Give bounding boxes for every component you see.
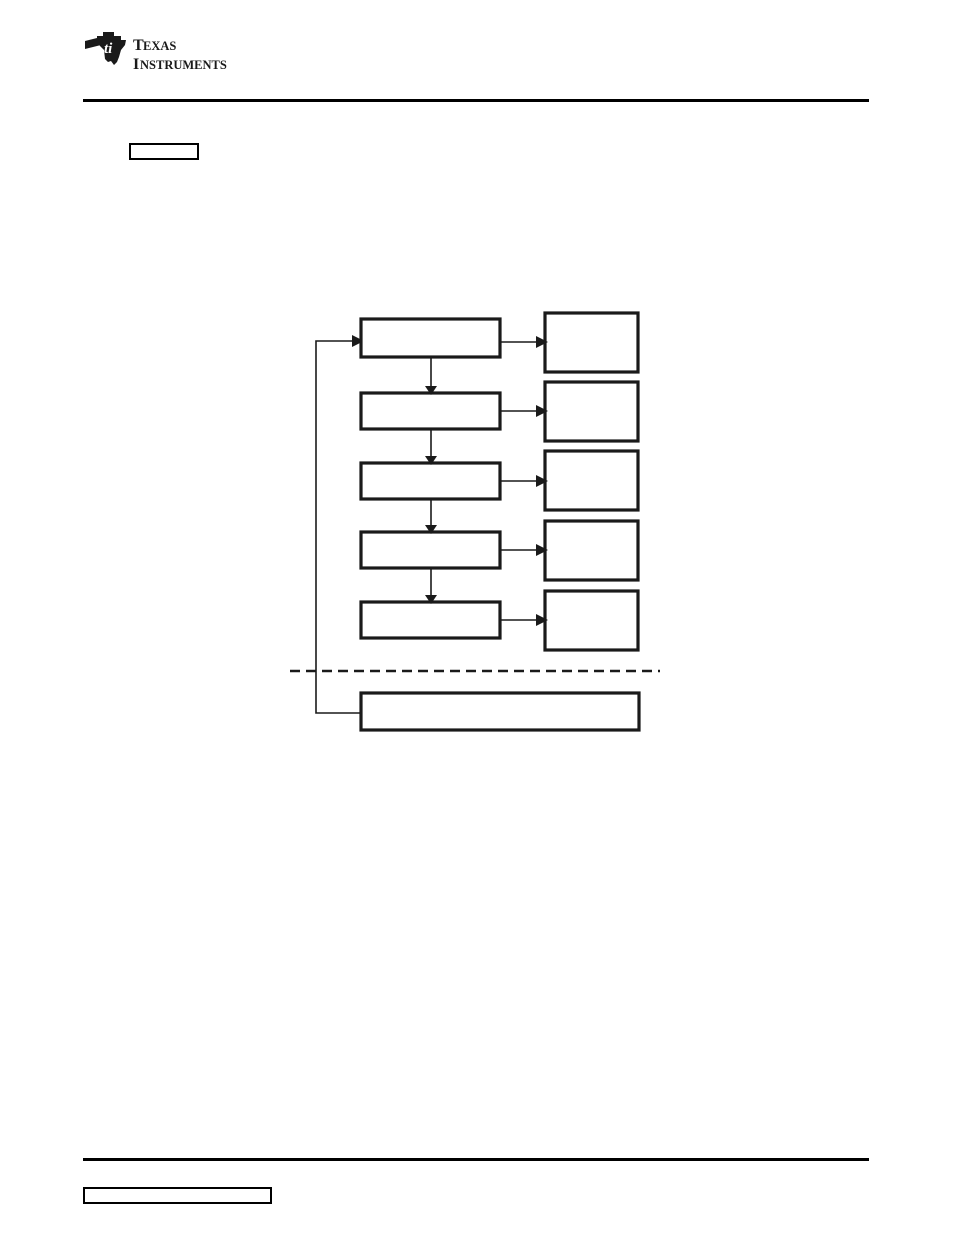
- connector-step1-step2: [425, 357, 437, 395]
- connector-step5-note5: [500, 614, 548, 626]
- terminal-box: [359, 691, 641, 732]
- page-title-redaction: [129, 143, 199, 160]
- texas-instruments-logo: ti T EXAS I NSTRUMENTS: [83, 31, 243, 81]
- footer-redaction: [83, 1187, 272, 1204]
- annotation-box-5: [543, 589, 640, 652]
- ti-texas-shape-icon: ti: [85, 32, 126, 65]
- annotation-box-2: [543, 380, 640, 443]
- svg-text:NSTRUMENTS: NSTRUMENTS: [140, 58, 227, 72]
- process-step-4: [359, 530, 502, 570]
- annotation-box-3: [543, 449, 640, 512]
- footer-rule: [83, 1158, 869, 1161]
- svg-text:I: I: [133, 56, 139, 73]
- process-step-2: [359, 391, 502, 431]
- process-step-1: [359, 317, 502, 359]
- annotation-box-1: [543, 311, 640, 374]
- document-page: ti T EXAS I NSTRUMENTS: [0, 0, 954, 1235]
- process-step-3: [359, 461, 502, 501]
- connector-step2-note2: [500, 405, 548, 417]
- feedback-loop-connector: [315, 335, 364, 714]
- connector-step1-note1: [500, 336, 548, 348]
- connector-step2-step3: [425, 429, 437, 465]
- connector-step4-note4: [500, 544, 548, 556]
- header-rule: [83, 99, 869, 102]
- connector-step4-step5: [425, 568, 437, 604]
- process-step-5: [359, 600, 502, 640]
- connector-step3-step4: [425, 499, 437, 534]
- svg-text:ti: ti: [104, 41, 113, 57]
- annotation-box-4: [543, 519, 640, 582]
- connector-step3-note3: [500, 475, 548, 487]
- flow-diagram: [280, 300, 680, 750]
- svg-text:EXAS: EXAS: [143, 39, 176, 53]
- ti-wordmark: T EXAS I NSTRUMENTS: [133, 37, 227, 73]
